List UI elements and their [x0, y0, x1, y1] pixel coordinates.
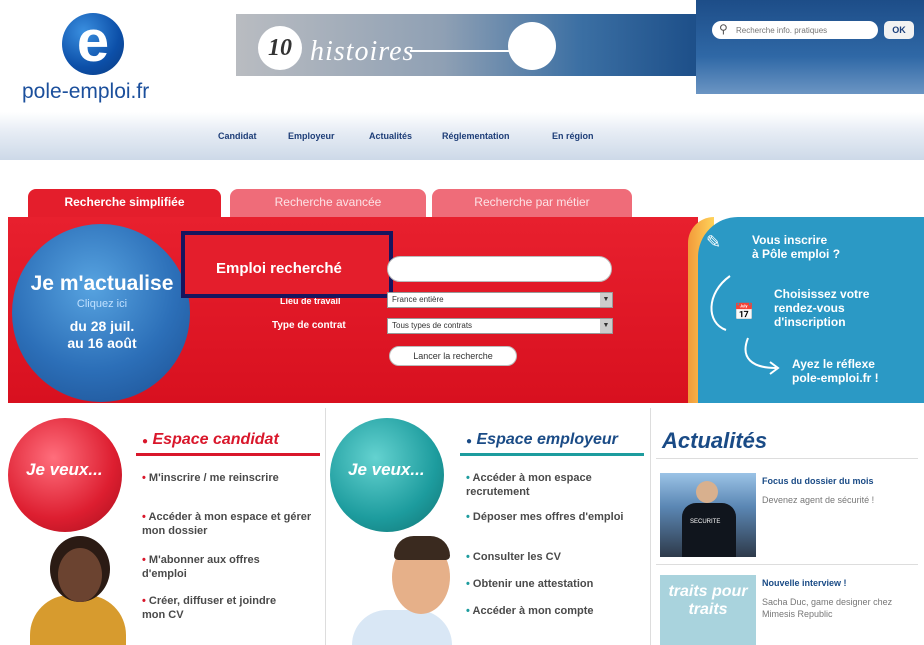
promo-line1a: Vous inscrire: [752, 233, 828, 247]
employer-photo: [352, 610, 452, 645]
news-title[interactable]: Focus du dossier du mois: [762, 476, 874, 486]
type-select-value: Tous types de contrats: [392, 321, 473, 330]
candidat-list-item[interactable]: • M'inscrire / me reinscrire: [142, 471, 282, 485]
candidat-item-label: Créer, diffuser et joindre mon CV: [142, 595, 277, 621]
promo-line3b: pole-emploi.fr !: [792, 371, 879, 385]
bullet-icon: •: [142, 472, 146, 484]
actualites-divider: [656, 458, 918, 459]
bullet-icon: •: [466, 511, 470, 523]
promo-arrows-icon: [710, 275, 780, 375]
lancer-recherche-button[interactable]: Lancer la recherche: [389, 346, 517, 366]
news-image-caption: SECURITE: [690, 519, 721, 525]
employeur-section-title[interactable]: ● Espace employeur: [466, 431, 618, 449]
lieu-select[interactable]: France entière ▼: [387, 292, 613, 308]
employeur-list-item[interactable]: • Consulter les CV: [466, 550, 646, 564]
news-image-head: [696, 481, 718, 503]
nav-item-en-region[interactable]: En région: [552, 131, 594, 141]
news-image-caption: traits pour traits: [668, 583, 748, 618]
header-right-panel: [696, 0, 924, 94]
actualites-title[interactable]: Actualités: [662, 428, 767, 454]
nav-item-employeur[interactable]: Employeur: [288, 131, 335, 141]
actualise-subtitle: Cliquez ici: [76, 298, 128, 310]
nav-item-reglementation[interactable]: Réglementation: [442, 131, 510, 141]
chevron-down-icon[interactable]: ▼: [600, 319, 612, 333]
employeur-list-item[interactable]: • Déposer mes offres d'emploi: [466, 510, 626, 524]
employeur-item-label: Consulter les CV: [472, 551, 561, 563]
candidat-item-label: M'inscrire / me reinscrire: [148, 472, 279, 484]
employeur-title-underline: [460, 453, 644, 456]
candidat-list-item[interactable]: • M'abonner aux offres d'emploi: [142, 553, 302, 581]
edit-icon: ✎: [706, 232, 722, 252]
employeur-title-text: Espace employeur: [476, 431, 618, 448]
bullet-icon: ●: [466, 436, 473, 447]
emploi-label: Emploi recherché: [216, 260, 342, 277]
tab-recherche-avancee[interactable]: Recherche avancée: [230, 189, 426, 217]
banner-circle: [508, 22, 556, 70]
news-image-body: [682, 503, 736, 557]
candidat-list-item[interactable]: • Accéder à mon espace et gérer mon doss…: [142, 510, 312, 538]
news-desc[interactable]: Sacha Duc, game designer chez Mimesis Re…: [762, 596, 918, 620]
type-label: Type de contrat: [272, 320, 346, 331]
employeur-item-label: Déposer mes offres d'emploi: [472, 511, 624, 523]
employeur-ball-text: Je veux...: [348, 460, 425, 479]
bullet-icon: ●: [142, 436, 149, 447]
histoires-banner[interactable]: [236, 14, 696, 76]
actualites-divider: [656, 564, 918, 565]
emploi-input[interactable]: [387, 256, 612, 282]
search-icon: ⚲: [719, 22, 728, 36]
employeur-list-item[interactable]: • Obtenir une attestation: [466, 577, 646, 591]
lieu-select-value: France entière: [392, 295, 444, 304]
tab-recherche-simplifiee[interactable]: Recherche simplifiée: [28, 189, 221, 217]
news-image-security[interactable]: SECURITE: [660, 473, 756, 557]
logo-text[interactable]: pole-emploi.fr: [22, 80, 149, 104]
promo-line2b: rendez-vous: [774, 301, 845, 315]
employeur-item-label: Obtenir une attestation: [472, 578, 594, 590]
employeur-item-label: Accéder à mon espace recrutement: [466, 472, 592, 498]
actualise-dates-line2: au 16 août: [67, 335, 137, 351]
candidate-face: [58, 548, 102, 602]
banner-number: 10: [258, 26, 302, 70]
employer-hair: [394, 536, 450, 560]
candidat-list-item[interactable]: • Créer, diffuser et joindre mon CV: [142, 594, 292, 622]
nav-item-actualites[interactable]: Actualités: [369, 131, 412, 141]
employeur-list-item[interactable]: • Accéder à mon espace recrutement: [466, 471, 642, 499]
bullet-icon: •: [466, 605, 470, 617]
employeur-item-label: Accéder à mon compte: [472, 605, 594, 617]
section-divider: [650, 408, 651, 645]
news-image-traits[interactable]: traits pour traits: [660, 575, 756, 645]
bullet-icon: •: [142, 595, 146, 607]
candidat-title-underline: [136, 453, 320, 456]
actualise-button[interactable]: [12, 224, 190, 402]
bullet-icon: •: [466, 551, 470, 563]
candidat-item-label: M'abonner aux offres d'emploi: [142, 554, 260, 580]
candidate-photo: [30, 595, 126, 645]
candidat-ball-text: Je veux...: [26, 460, 103, 479]
tab-recherche-par-metier[interactable]: Recherche par métier: [432, 189, 632, 217]
logo-icon[interactable]: e: [62, 13, 124, 75]
bullet-icon: •: [142, 511, 146, 523]
candidat-item-label: Accéder à mon espace et gérer mon dossie…: [142, 511, 312, 537]
promo-line2a: Choisissez votre: [774, 287, 870, 301]
candidat-section-title[interactable]: ● Espace candidat: [142, 431, 279, 449]
employeur-list-item[interactable]: • Accéder à mon compte: [466, 604, 646, 618]
news-title[interactable]: Nouvelle interview !: [762, 578, 847, 588]
actualise-dates-line1: du 28 juil.: [69, 318, 135, 334]
news-desc[interactable]: Devenez agent de sécurité !: [762, 494, 918, 506]
promo-line2c: d'inscription: [774, 315, 846, 329]
bullet-icon: •: [466, 578, 470, 590]
section-divider: [325, 408, 326, 645]
candidat-title-text: Espace candidat: [152, 431, 279, 448]
banner-text: histoires: [310, 36, 415, 67]
type-select[interactable]: Tous types de contrats ▼: [387, 318, 613, 334]
search-input[interactable]: [736, 23, 874, 37]
banner-line: [410, 50, 510, 52]
chevron-down-icon[interactable]: ▼: [600, 293, 612, 307]
actualise-title: Je m'actualise: [30, 272, 174, 295]
search-ok-button[interactable]: OK: [884, 21, 914, 39]
actualise-dates: du 28 juil. au 16 août: [22, 318, 182, 352]
bullet-icon: •: [466, 472, 470, 484]
bullet-icon: •: [142, 554, 146, 566]
nav-item-candidat[interactable]: Candidat: [218, 131, 257, 141]
promo-line3a: Ayez le réflexe: [792, 357, 875, 371]
